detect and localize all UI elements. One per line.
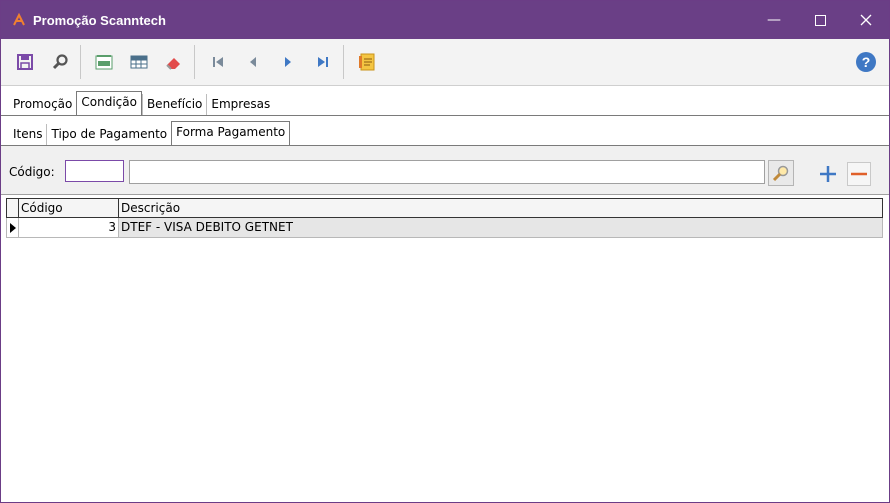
last-record-button[interactable] [307,46,339,78]
first-record-button[interactable] [202,46,234,78]
grid-export-icon [130,55,148,69]
row-indicator [7,218,19,237]
eraser-button[interactable] [158,46,190,78]
toolbar-separator [343,45,344,79]
grid-export-button[interactable] [123,46,155,78]
tab-empresas[interactable]: Empresas [206,94,274,115]
window-title: Promoção Scanntech [33,12,166,28]
codigo-label: Código: [9,165,55,179]
app-window: Promoção Scanntech — ? Promoção Condição… [0,0,890,503]
magnifier-icon [772,165,789,182]
next-record-icon [285,57,291,67]
tab-tipo-pagamento[interactable]: Tipo de Pagamento [46,124,171,145]
next-record-button[interactable] [272,46,304,78]
sub-tabs: Itens Tipo de Pagamento Forma Pagamento [9,121,291,145]
tab-itens[interactable]: Itens [9,124,46,145]
log-button[interactable] [351,46,383,78]
close-button[interactable] [843,1,889,39]
search-button[interactable] [44,46,76,78]
cell-codigo[interactable]: 3 [19,218,119,237]
save-button[interactable] [9,46,41,78]
grid-header: Código Descrição [6,198,883,218]
save-icon [17,54,33,70]
previous-record-button[interactable] [237,46,269,78]
maximize-button[interactable] [797,1,843,39]
txt-export-button[interactable] [88,46,120,78]
close-icon [860,14,872,26]
payment-grid: Código Descrição 3 DTEF - VISA DEBITO GE… [1,194,889,502]
tab-divider [1,115,889,116]
toolbar: ? [1,39,889,86]
filter-bar: Código: [1,146,889,194]
add-button[interactable] [816,162,840,186]
title-bar[interactable]: Promoção Scanntech — [1,1,889,39]
remove-button[interactable] [847,162,871,186]
last-record-icon [318,57,328,67]
plus-icon [820,166,836,182]
tab-promocao[interactable]: Promoção [9,94,76,115]
app-logo-icon [11,12,27,28]
column-header-codigo[interactable]: Código [19,199,119,217]
minimize-icon: — [767,12,781,28]
row-indicator-header [7,199,19,217]
minus-icon [851,172,867,176]
search-icon [52,54,68,70]
txt-export-icon [95,55,113,70]
lookup-button[interactable] [768,160,794,186]
codigo-input[interactable] [65,160,124,182]
row-pointer-icon [9,222,16,233]
tab-forma-pagamento[interactable]: Forma Pagamento [171,121,291,145]
eraser-icon [166,58,180,70]
tab-condicao[interactable]: Condição [76,91,142,115]
help-button[interactable]: ? [855,51,877,73]
minimize-button[interactable]: — [751,1,797,39]
previous-record-icon [250,57,256,67]
main-tabs: Promoção Condição Benefício Empresas [9,91,274,115]
toolbar-separator [194,45,195,79]
svg-text:?: ? [862,54,871,70]
first-record-icon [213,57,223,67]
maximize-icon [814,14,826,26]
help-icon: ? [856,52,876,72]
log-icon [359,53,375,71]
toolbar-separator [80,45,81,79]
table-row[interactable]: 3 DTEF - VISA DEBITO GETNET [6,218,883,238]
tab-beneficio[interactable]: Benefício [141,94,206,115]
descricao-input[interactable] [129,160,765,184]
column-header-descricao[interactable]: Descrição [119,199,882,217]
window-controls: — [751,1,889,39]
cell-descricao[interactable]: DTEF - VISA DEBITO GETNET [119,218,882,237]
